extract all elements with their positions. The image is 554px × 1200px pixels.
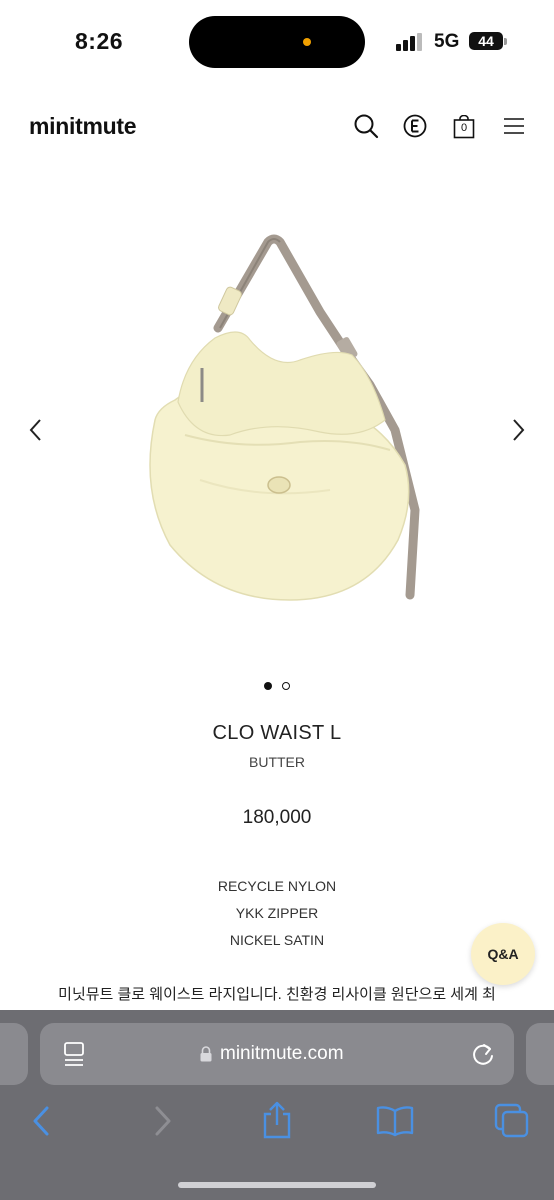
reader-page-icon[interactable] [63,1041,87,1067]
forward-icon[interactable] [148,1104,176,1138]
menu-button[interactable] [499,110,529,142]
search-icon [354,114,379,139]
site-logo[interactable]: minitmute [29,113,137,140]
tabs-icon[interactable] [493,1102,531,1140]
battery-tip [504,38,507,45]
product-image[interactable] [0,180,554,640]
network-type: 5G [434,31,460,52]
qa-button[interactable]: Q&A [471,923,535,985]
product-color: BUTTER [249,754,305,770]
share-icon[interactable] [260,1100,294,1140]
carousel-next-arrow-icon[interactable] [502,415,532,445]
previous-tab-preview[interactable] [0,1023,28,1085]
carousel-prev-arrow-icon[interactable] [22,415,52,445]
signal-icon [396,33,422,51]
material-item: YKK ZIPPER [235,905,319,921]
lock-icon [200,1046,212,1062]
next-tab-preview[interactable] [526,1023,554,1085]
status-time: 8:26 [75,28,124,54]
reload-icon[interactable] [470,1040,498,1068]
carousel-dot-active[interactable] [264,682,272,690]
back-icon[interactable] [28,1104,56,1138]
material-item: RECYCLE NYLON [217,878,337,894]
carousel-dot[interactable] [282,682,290,690]
cart-button[interactable]: 0 [449,110,479,142]
battery-icon: 44 [469,32,503,50]
hamburger-menu-icon [504,118,524,134]
brand-e-icon [403,114,427,138]
product-price: 180,000 [242,807,312,828]
home-indicator [178,1182,376,1188]
brand-button[interactable] [400,110,430,142]
url-text[interactable]: minitmute.com [220,1043,344,1065]
privacy-indicator-dot [303,38,311,46]
dynamic-island [189,16,365,68]
product-name: CLO WAIST L [212,722,342,744]
cart-count: 0 [460,122,468,134]
product-description: 미닛뮤트 클로 웨이스트 라지입니다. 친환경 리사이클 원단으로 세계 최 [58,986,496,1003]
search-button[interactable] [351,110,381,142]
bookmarks-icon[interactable] [375,1104,415,1138]
material-item: NICKEL SATIN [229,932,325,948]
